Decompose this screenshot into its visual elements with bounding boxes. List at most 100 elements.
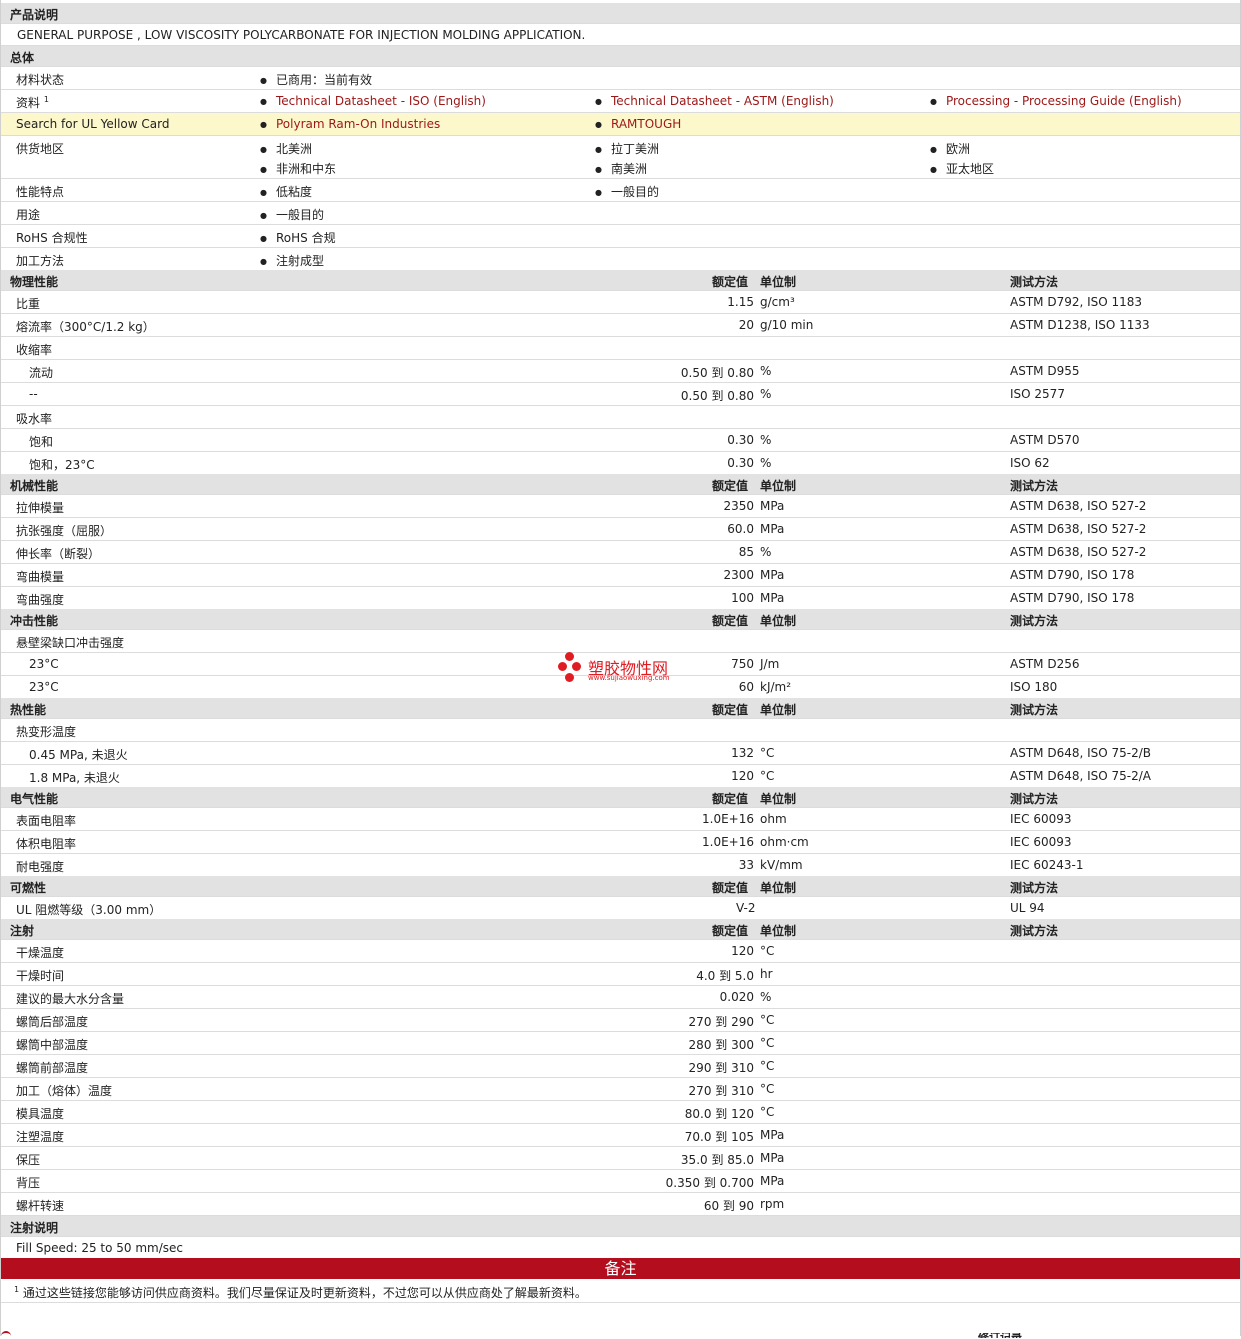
property-value: 1.0E+16	[702, 835, 754, 849]
property-value: 270 到 310	[688, 1084, 754, 1098]
ul-link-ramtough-text[interactable]: RAMTOUGH	[611, 117, 681, 131]
property-unit: ohm	[760, 812, 787, 826]
property-value: 0.30	[727, 456, 754, 470]
header-nominal: 额定值	[712, 703, 749, 717]
resource-link-astm-text[interactable]: Technical Datasheet - ASTM (English)	[611, 94, 834, 108]
property-label: 收缩率	[16, 343, 53, 357]
property-value: 60.0	[727, 522, 754, 536]
property-value: 0.30	[727, 433, 754, 447]
section-title: 注射说明	[10, 1221, 59, 1235]
property-label: 注塑温度	[16, 1130, 65, 1144]
property-row: 螺筒后部温度 270 到 290 °C	[1, 1009, 1240, 1032]
property-method: UL 94	[1010, 901, 1045, 915]
property-row: 0.45 MPa, 未退火 132 °C ASTM D648, ISO 75-2/B	[1, 742, 1240, 765]
property-method: ASTM D1238, ISO 1133	[1010, 318, 1150, 332]
property-method: ASTM D792, ISO 1183	[1010, 295, 1143, 309]
notes-row: 1 通过这些链接您能够访问供应商资料。我们尽量保证及时更新资料，不过您可以从供应…	[1, 1280, 1240, 1303]
header-unit: 单位制	[760, 614, 797, 628]
property-value: 1.15	[727, 295, 754, 309]
property-row: -- 0.50 到 0.80% ISO 2577	[1, 383, 1240, 406]
ul-link-polyram-text[interactable]: Polyram Ram-On Industries	[276, 117, 440, 131]
property-value: 280 到 300	[688, 1038, 754, 1052]
section-injection: 注射 额定值 单位制 测试方法	[1, 919, 1240, 940]
property-label: 悬壁梁缺口冲击强度	[16, 636, 125, 650]
property-value: 1.0E+16	[702, 812, 754, 826]
header-method: 测试方法	[1010, 479, 1059, 493]
ul-link-polyram[interactable]: Polyram Ram-On Industries	[260, 117, 440, 131]
property-row: 注塑温度 70.0 到 105 MPa	[1, 1124, 1240, 1147]
header-unit: 单位制	[760, 479, 797, 493]
property-row: 悬壁梁缺口冲击强度	[1, 630, 1240, 653]
property-label: 饱和，23°C	[29, 458, 95, 472]
property-method: ISO 2577	[1010, 387, 1065, 401]
property-unit: hr	[760, 967, 773, 981]
property-method: ASTM D638, ISO 527-2	[1010, 499, 1147, 513]
resources-row: 资料 1 Technical Datasheet - ISO (English)…	[1, 90, 1240, 113]
property-unit: %	[760, 456, 772, 470]
property-method: ASTM D648, ISO 75-2/B	[1010, 746, 1152, 760]
property-unit: MPa	[760, 1174, 785, 1188]
property-row: 熔流率（300°C/1.2 kg） 20 g/10 min ASTM D1238, I…	[1, 314, 1240, 337]
property-row: 模具温度 80.0 到 120 °C	[1, 1101, 1240, 1124]
section-title: 热性能	[10, 703, 47, 717]
supply-item: 欧洲	[930, 140, 970, 157]
resource-link-astm[interactable]: Technical Datasheet - ASTM (English)	[595, 94, 834, 108]
section-flammability: 可燃性 额定值 单位制 测试方法	[1, 876, 1240, 897]
property-unit: °C	[760, 769, 775, 783]
property-value: 2300	[723, 568, 754, 582]
property-row: 伸长率（断裂） 85% ASTM D638, ISO 527-2	[1, 541, 1240, 564]
property-unit: MPa	[760, 1151, 785, 1165]
property-value: 100	[731, 591, 754, 605]
section-title: 产品说明	[10, 8, 59, 22]
property-unit: MPa	[760, 522, 785, 536]
property-value: 0.50 到 0.80	[680, 366, 754, 380]
property-label: 23°C	[29, 657, 59, 671]
rohs-label: RoHS 合规性	[16, 231, 88, 245]
section-impact: 冲击性能 额定值 单位制 测试方法	[1, 609, 1240, 630]
property-row: 干燥温度 120 °C	[1, 940, 1240, 963]
header-unit: 单位制	[760, 792, 797, 806]
property-value: 70.0 到 105	[684, 1130, 754, 1144]
property-value: 120	[731, 944, 754, 958]
property-row: 螺杆转速 60 到 90 rpm	[1, 1193, 1240, 1216]
property-label: 比重	[16, 297, 41, 311]
property-unit: °C	[760, 1036, 775, 1050]
ul-link-ramtough[interactable]: RAMTOUGH	[595, 117, 681, 131]
property-row: 螺筒前部温度 290 到 310 °C	[1, 1055, 1240, 1078]
property-label: --	[29, 387, 38, 401]
property-unit: kV/mm	[760, 858, 803, 872]
property-value: 33	[738, 858, 754, 872]
revision-history-link[interactable]: 修订记录	[978, 1333, 1022, 1338]
section-title: 冲击性能	[10, 614, 59, 628]
property-label: 模具温度	[16, 1107, 65, 1121]
footnote-marker: 1	[43, 95, 49, 104]
header-nominal: 额定值	[712, 924, 749, 938]
property-unit: kJ/m²	[760, 680, 792, 694]
status-row: 材料状态 已商用：当前有效	[1, 67, 1240, 90]
property-label: 螺筒中部温度	[16, 1038, 89, 1052]
header-method: 测试方法	[1010, 703, 1059, 717]
resource-link-iso-text[interactable]: Technical Datasheet - ISO (English)	[276, 94, 486, 108]
section-title: 电气性能	[10, 792, 59, 806]
injection-notes-text: Fill Speed: 25 to 50 mm/sec	[16, 1241, 184, 1255]
resource-link-processing-text[interactable]: Processing - Processing Guide (English)	[946, 94, 1182, 108]
property-label: 热变形温度	[16, 725, 77, 739]
ul-yellow-card-label: Search for UL Yellow Card	[16, 117, 170, 131]
resource-link-processing[interactable]: Processing - Processing Guide (English)	[930, 94, 1182, 108]
resource-link-iso[interactable]: Technical Datasheet - ISO (English)	[260, 94, 486, 108]
header-unit: 单位制	[760, 275, 797, 289]
header-method: 测试方法	[1010, 614, 1059, 628]
property-value: 80.0 到 120	[684, 1107, 754, 1121]
property-unit: °C	[760, 1082, 775, 1096]
section-electrical: 电气性能 额定值 单位制 测试方法	[1, 787, 1240, 808]
property-row: 建议的最大水分含量 0.020%	[1, 986, 1240, 1009]
property-unit: MPa	[760, 591, 785, 605]
property-unit: J/m	[760, 657, 780, 671]
uses-label: 用途	[16, 208, 41, 222]
property-value: 0.50 到 0.80	[680, 389, 754, 403]
watermark-dot	[565, 673, 574, 682]
property-unit: °C	[760, 746, 775, 760]
property-method: ASTM D256	[1010, 657, 1080, 671]
section-title: 注射	[10, 924, 35, 938]
header-nominal: 额定值	[712, 792, 749, 806]
